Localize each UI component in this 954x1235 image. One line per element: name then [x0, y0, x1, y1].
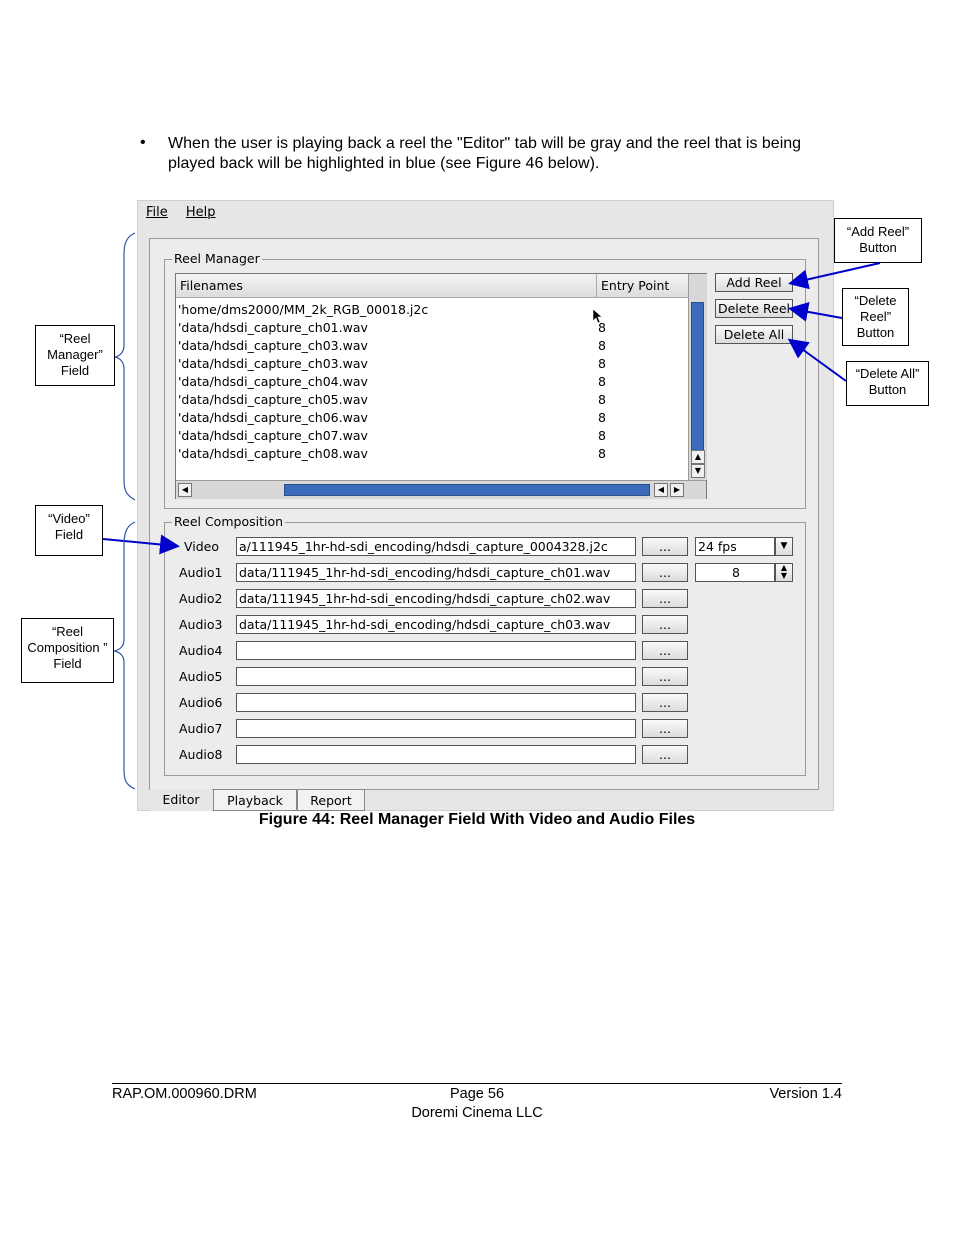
figure-caption: Figure 44: Reel Manager Field With Video… [258, 811, 696, 828]
braces [113, 232, 136, 790]
footer-version: Version 1.4 [769, 1086, 842, 1102]
arrows [102, 262, 881, 555]
annotation-overlay [102, 232, 881, 790]
footer-company: Doremi Cinema LLC [411, 1105, 543, 1121]
footer-divider [112, 1083, 842, 1084]
